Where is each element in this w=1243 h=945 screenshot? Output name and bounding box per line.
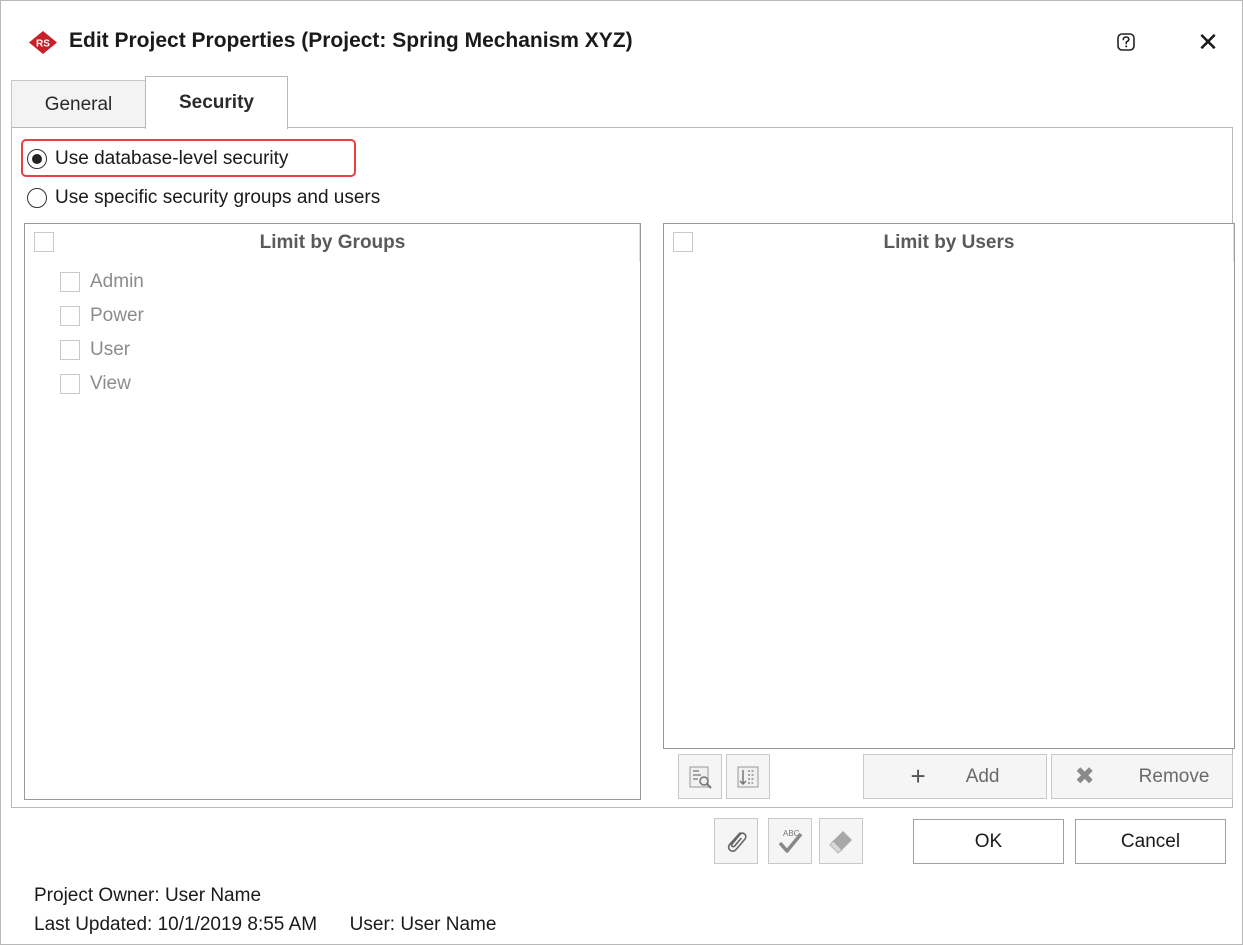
clear-button[interactable]: [819, 818, 863, 864]
group-checkbox[interactable]: [60, 340, 80, 360]
ok-button[interactable]: OK: [913, 819, 1064, 864]
updated-label: Last Updated:: [34, 914, 153, 935]
users-list[interactable]: Limit by Users: [663, 223, 1235, 749]
owner-label: Project Owner:: [34, 885, 160, 906]
radio-button-selected[interactable]: [27, 149, 47, 169]
sort-list-icon: [737, 766, 759, 787]
groups-list[interactable]: Limit by Groups Admin Power User View: [24, 223, 641, 800]
radio-button[interactable]: [27, 188, 47, 208]
add-button[interactable]: + Add: [863, 754, 1047, 799]
sort-users-button[interactable]: [726, 754, 770, 799]
radio-database-level-security[interactable]: Use database-level security: [27, 144, 288, 174]
groups-header-label: Limit by Groups: [259, 232, 406, 253]
header-divider: [639, 224, 640, 262]
app-logo-icon: RS: [29, 31, 57, 54]
group-label: View: [90, 373, 131, 394]
updated-value: 10/1/2019 8:55 AM: [157, 914, 318, 935]
project-owner-info: Project Owner: User Name: [34, 885, 261, 907]
lookup-users-button[interactable]: [678, 754, 722, 799]
users-header-label: Limit by Users: [883, 232, 1015, 253]
group-label: User: [90, 339, 131, 360]
user-lookup-icon: [689, 766, 712, 789]
remove-button[interactable]: ✖ Remove: [1051, 754, 1233, 799]
eraser-icon: [829, 831, 852, 854]
plus-icon: +: [910, 761, 926, 791]
group-label: Power: [90, 305, 144, 326]
list-item[interactable]: Admin: [60, 268, 144, 296]
x-icon: ✖: [1074, 763, 1095, 790]
list-item[interactable]: View: [60, 370, 131, 398]
edit-project-properties-dialog: RS Edit Project Properties (Project: Spr…: [0, 0, 1243, 945]
groups-list-header: Limit by Groups: [25, 224, 640, 262]
close-button[interactable]: ✕: [1193, 27, 1223, 57]
remove-button-label: Remove: [1138, 765, 1210, 787]
users-list-header: Limit by Users: [664, 224, 1234, 262]
list-item[interactable]: Power: [60, 302, 144, 330]
radio-database-label: Use database-level security: [55, 148, 289, 169]
dialog-title: Edit Project Properties (Project: Spring…: [69, 29, 633, 52]
svg-text:RS: RS: [36, 39, 50, 50]
attach-button[interactable]: [714, 818, 758, 864]
add-button-label: Add: [965, 765, 1000, 787]
tab-strip: General Security: [11, 76, 1233, 129]
list-item[interactable]: User: [60, 336, 130, 364]
tab-security[interactable]: Security: [145, 76, 288, 129]
radio-specific-groups-users[interactable]: Use specific security groups and users: [27, 183, 380, 213]
group-checkbox[interactable]: [60, 306, 80, 326]
title-bar: RS Edit Project Properties (Project: Spr…: [1, 1, 1242, 79]
owner-value: User Name: [164, 885, 262, 906]
spell-check-icon: ABC: [778, 829, 803, 853]
group-label: Admin: [90, 271, 144, 292]
header-divider: [1233, 224, 1234, 262]
radio-specific-label: Use specific security groups and users: [55, 187, 381, 208]
updated-user-value: User Name: [400, 914, 497, 935]
help-icon[interactable]: [1113, 29, 1139, 55]
group-checkbox[interactable]: [60, 272, 80, 292]
cancel-button[interactable]: Cancel: [1075, 819, 1226, 864]
group-checkbox[interactable]: [60, 374, 80, 394]
paperclip-icon: [727, 832, 747, 853]
tab-general[interactable]: General: [11, 80, 146, 128]
spell-check-button[interactable]: ABC: [768, 818, 812, 864]
updated-user-label: User:: [349, 914, 396, 935]
last-updated-info: Last Updated: 10/1/2019 8:55 AM User: Us…: [34, 914, 496, 936]
